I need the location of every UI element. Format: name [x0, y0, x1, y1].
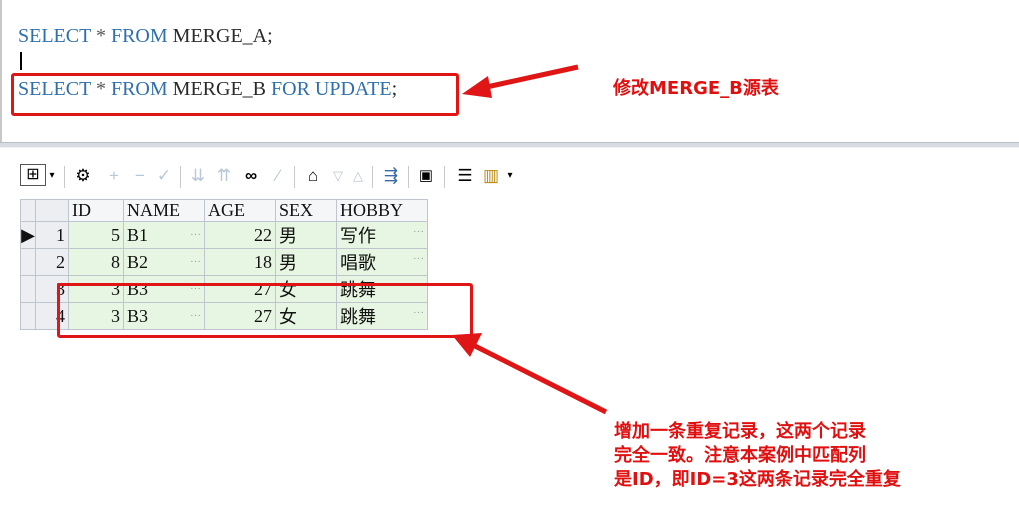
arrow-top [481, 64, 579, 91]
cell-name[interactable]: B1 ··· [123, 221, 205, 249]
annotation-line-3: 是ID，即ID=3这两条记录完全重复 [614, 469, 901, 490]
row-indicator [20, 275, 36, 303]
annotation-top: 修改MERGE_B源表 [613, 78, 779, 99]
annotation-line-2: 完全一致。注意本案例中匹配列 [614, 445, 866, 466]
row-indicator [20, 302, 36, 330]
dropdown-icon[interactable]: ▾ [46, 164, 58, 188]
connect-icon[interactable]: ⇶ [380, 164, 402, 188]
row-indicator [20, 248, 36, 276]
triangle-up-icon[interactable]: △ [350, 164, 366, 188]
toolbar-separator [444, 166, 445, 188]
column-header-age[interactable]: AGE [204, 199, 276, 222]
splitter[interactable] [0, 142, 1019, 148]
current-row-marker: ▶ [20, 221, 36, 249]
dropdown-icon[interactable]: ▾ [504, 164, 516, 188]
column-header-hobby[interactable]: HOBBY [336, 199, 428, 222]
header-indicator [20, 199, 36, 222]
toolbar-separator [64, 166, 65, 188]
arrow-top-head [462, 76, 492, 98]
toolbar-separator [408, 166, 409, 188]
column-header-name[interactable]: NAME [123, 199, 205, 222]
toolbar-separator [294, 166, 295, 188]
ellipsis-button[interactable]: ··· [190, 256, 201, 268]
cell-text: 写作 [340, 226, 376, 246]
plus-icon[interactable]: + [104, 164, 124, 188]
triangle-down-icon[interactable]: ▽ [330, 164, 346, 188]
row-number[interactable]: 2 [35, 248, 69, 276]
cell-text: B2 [127, 251, 149, 272]
ellipsis-button[interactable]: ··· [413, 253, 424, 265]
lock-icon[interactable]: ⚙ [72, 164, 94, 188]
cell-id[interactable]: 5 [68, 221, 124, 249]
check-icon[interactable]: ✓ [154, 164, 174, 188]
query-icon[interactable]: ⌂ [302, 164, 324, 188]
row-number[interactable]: 1 [35, 221, 69, 249]
annotation-bottom: 增加一条重复记录，这两个记录 完全一致。注意本案例中匹配列 是ID，即ID=3这… [614, 420, 901, 492]
header-rownum [35, 199, 69, 222]
result-toolbar: ⊞ ▾ ⚙ + − ✓ ⇊ ⇈ ∞ ⁄ ⌂ ▽ △ ⇶ ▣ ☰ ▥ ▾ [20, 164, 720, 190]
ellipsis-button[interactable]: ··· [190, 229, 201, 241]
grid-header-row: ID NAME AGE SEX HOBBY [20, 199, 428, 222]
column-header-id[interactable]: ID [68, 199, 124, 222]
cell-sex[interactable]: 男 [275, 248, 337, 276]
annotation-line-1: 增加一条重复记录，这两个记录 [614, 421, 866, 442]
toolbar-separator [372, 166, 373, 188]
filter-up-icon[interactable]: ⇈ [214, 164, 234, 188]
arrow-bottom [473, 343, 608, 415]
cell-age[interactable]: 18 [204, 248, 276, 276]
minus-icon[interactable]: − [130, 164, 150, 188]
binoculars-icon[interactable]: ∞ [240, 164, 262, 188]
ellipsis-button[interactable]: ··· [413, 226, 424, 238]
clear-icon[interactable]: ⁄ [268, 164, 288, 188]
cell-name[interactable]: B2 ··· [123, 248, 205, 276]
chart-icon[interactable]: ▥ [480, 164, 502, 188]
cell-age[interactable]: 22 [204, 221, 276, 249]
filter-down-icon[interactable]: ⇊ [188, 164, 208, 188]
cell-id[interactable]: 8 [68, 248, 124, 276]
grid-icon[interactable]: ⊞ [20, 164, 46, 186]
table-row[interactable]: ▶ 1 5 B1 ··· 22 男 写作 ··· [20, 221, 428, 249]
cell-hobby[interactable]: 写作 ··· [336, 221, 428, 249]
table-row[interactable]: 2 8 B2 ··· 18 男 唱歌 ··· [20, 248, 428, 276]
save-icon[interactable]: ▣ [416, 164, 436, 188]
database-icon[interactable]: ☰ [454, 164, 476, 188]
toolbar-separator [180, 166, 181, 188]
cell-sex[interactable]: 男 [275, 221, 337, 249]
column-header-sex[interactable]: SEX [275, 199, 337, 222]
cell-text: B1 [127, 224, 149, 245]
cell-hobby[interactable]: 唱歌 ··· [336, 248, 428, 276]
cell-text: 唱歌 [340, 253, 376, 273]
highlight-box-duplicates [57, 283, 473, 338]
